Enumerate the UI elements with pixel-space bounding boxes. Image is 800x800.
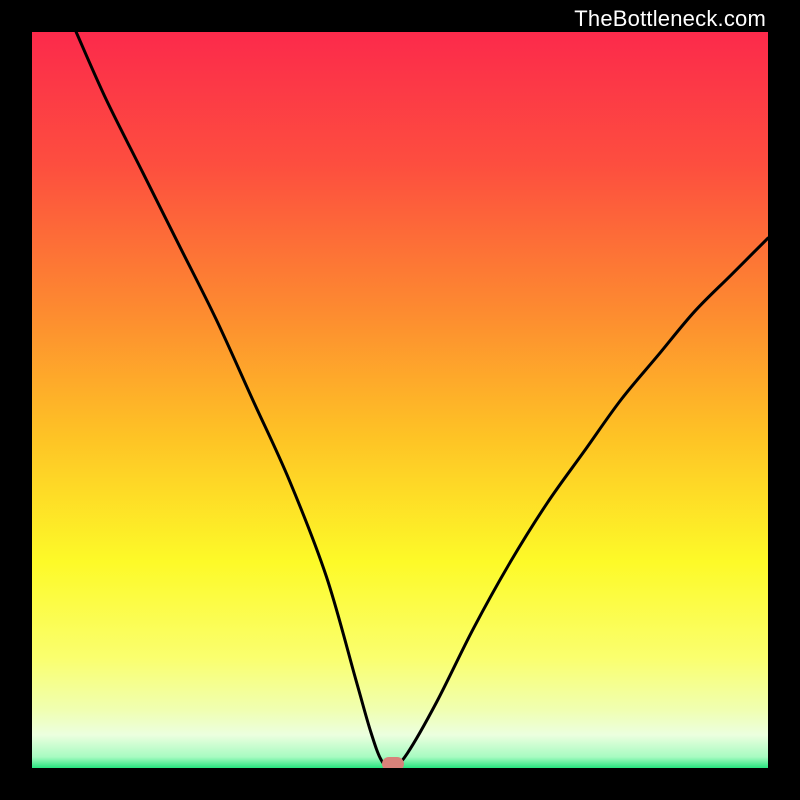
plot-area: [32, 32, 768, 768]
plot-svg: [32, 32, 768, 768]
watermark-text: TheBottleneck.com: [574, 6, 766, 32]
frame-border-bottom: [0, 768, 800, 800]
frame-border-right: [768, 0, 800, 800]
gradient-background: [32, 32, 768, 768]
chart-frame: TheBottleneck.com: [0, 0, 800, 800]
optimal-point-marker: [382, 757, 404, 768]
frame-border-left: [0, 0, 32, 800]
